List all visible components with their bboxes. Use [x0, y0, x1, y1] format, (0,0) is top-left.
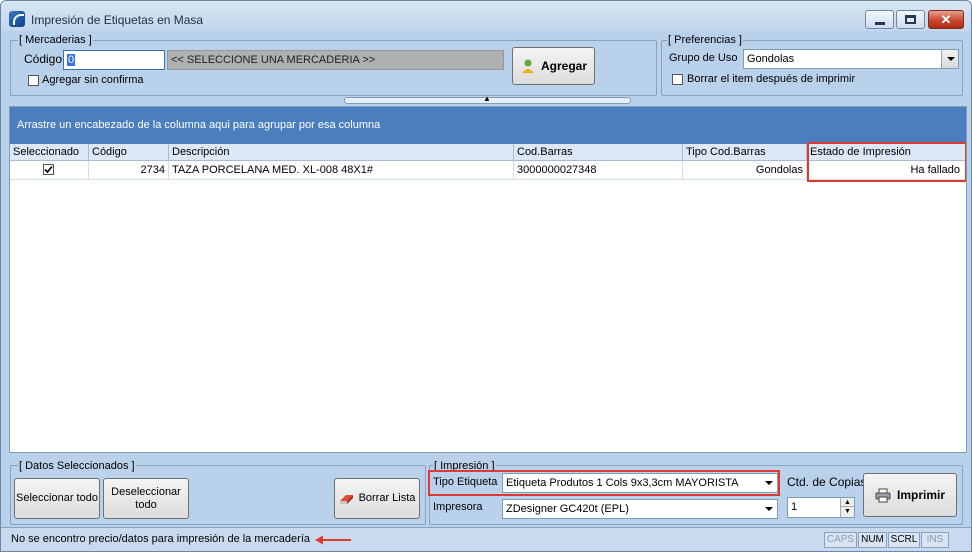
stepper-down-icon[interactable]: ▼ — [841, 507, 854, 516]
row-cod-barras-cell: 3000000027348 — [514, 161, 683, 179]
row-select-checkbox[interactable] — [43, 164, 54, 175]
deseleccionar-todo-button[interactable]: Deseleccionar todo — [103, 478, 189, 519]
arrow-left-icon — [315, 535, 351, 545]
row-tipo-cod-barras-cell: Gondolas — [683, 161, 807, 179]
imprimir-button-label: Imprimir — [896, 487, 945, 502]
column-header-seleccionado[interactable]: Seleccionado — [10, 144, 89, 161]
agregar-button[interactable]: Agregar — [512, 47, 595, 85]
row-descripcion-cell: TAZA PORCELANA MED. XL-008 48X1# — [169, 161, 514, 179]
mercaderia-display: << SELECCIONE UNA MERCADERIA >> — [167, 50, 504, 70]
num-indicator: NUM — [858, 532, 887, 548]
impresora-label: Impresora — [433, 501, 483, 513]
grupo-de-uso-value: Gondolas — [747, 53, 795, 65]
tipo-etiqueta-highlight-box — [428, 470, 780, 496]
check-icon — [44, 165, 53, 174]
agregar-button-label: Agregar — [540, 58, 587, 73]
column-header-tipo-cod-barras[interactable]: Tipo Cod.Barras — [683, 144, 807, 161]
imprimir-button[interactable]: Imprimir — [863, 473, 957, 517]
ctd-copias-label: Ctd. de Copias — [787, 475, 867, 489]
preferencias-group-label: [ Preferencias ] — [667, 34, 743, 46]
data-grid: Arrastre un encabezado de la columna aqu… — [9, 106, 967, 453]
datos-seleccionados-group-label: [ Datos Seleccionados ] — [18, 460, 136, 472]
maximize-icon — [905, 15, 916, 24]
caps-indicator: CAPS — [824, 532, 857, 548]
add-user-icon — [521, 59, 534, 73]
mercaderias-group-label: [ Mercaderias ] — [18, 34, 93, 46]
impresora-value: ZDesigner GC420t (EPL) — [506, 503, 629, 515]
eraser-icon — [339, 494, 353, 504]
seleccionar-todo-button[interactable]: Seleccionar todo — [14, 478, 100, 519]
close-button[interactable]: ✕ — [928, 10, 964, 29]
codigo-input-value: 0 — [67, 54, 76, 66]
ins-indicator: INS — [921, 532, 949, 548]
column-header-codigo[interactable]: Código — [89, 144, 169, 161]
borrar-lista-button[interactable]: Borrar Lista — [334, 478, 420, 519]
printer-icon — [875, 488, 891, 502]
group-by-panel[interactable]: Arrastre un encabezado de la columna aqu… — [10, 107, 966, 144]
maximize-button[interactable] — [896, 10, 925, 29]
app-icon — [9, 11, 25, 27]
grupo-de-uso-label: Grupo de Uso — [669, 52, 738, 64]
column-header-cod-barras[interactable]: Cod.Barras — [514, 144, 683, 161]
quantity-stepper[interactable]: ▲ ▼ — [840, 498, 854, 517]
minimize-button[interactable] — [865, 10, 894, 29]
chevron-down-icon[interactable] — [941, 50, 958, 68]
chevron-up-icon: ▲ — [483, 94, 491, 103]
borrar-item-label: Borrar el item después de imprimir — [687, 73, 856, 85]
collapse-splitter[interactable]: ▲ — [344, 94, 631, 104]
agregar-sin-confirma-checkbox[interactable] — [28, 75, 39, 86]
main-window: Impresión de Etiquetas en Masa ✕ [ Merca… — [0, 0, 972, 552]
scrl-indicator: SCRL — [888, 532, 920, 548]
ctd-copias-value: 1 — [791, 501, 798, 513]
window-title: Impresión de Etiquetas en Masa — [31, 13, 204, 27]
status-message: No se encontro precio/datos para impresi… — [11, 533, 310, 545]
impresora-select[interactable]: ZDesigner GC420t (EPL) — [502, 499, 778, 519]
grupo-de-uso-select[interactable]: Gondolas — [743, 49, 959, 69]
borrar-lista-label: Borrar Lista — [358, 492, 416, 504]
borrar-item-checkbox[interactable] — [672, 74, 683, 85]
codigo-input[interactable]: 0 — [63, 50, 165, 70]
row-seleccionado-cell[interactable] — [10, 161, 89, 179]
close-icon: ✕ — [940, 12, 952, 27]
row-codigo-cell: 2734 — [89, 161, 169, 179]
codigo-label: Código — [24, 52, 63, 66]
stepper-up-icon[interactable]: ▲ — [841, 498, 854, 507]
estado-highlight-box — [807, 142, 966, 182]
agregar-sin-confirma-label: Agregar sin confirma — [42, 74, 144, 86]
ctd-copias-input[interactable]: 1 ▲ ▼ — [787, 497, 855, 518]
minimize-icon — [874, 21, 885, 25]
status-bar: No se encontro precio/datos para impresi… — [1, 527, 971, 551]
column-header-descripcion[interactable]: Descripción — [169, 144, 514, 161]
title-bar[interactable]: Impresión de Etiquetas en Masa ✕ — [1, 1, 971, 31]
chevron-down-icon[interactable] — [760, 500, 777, 518]
